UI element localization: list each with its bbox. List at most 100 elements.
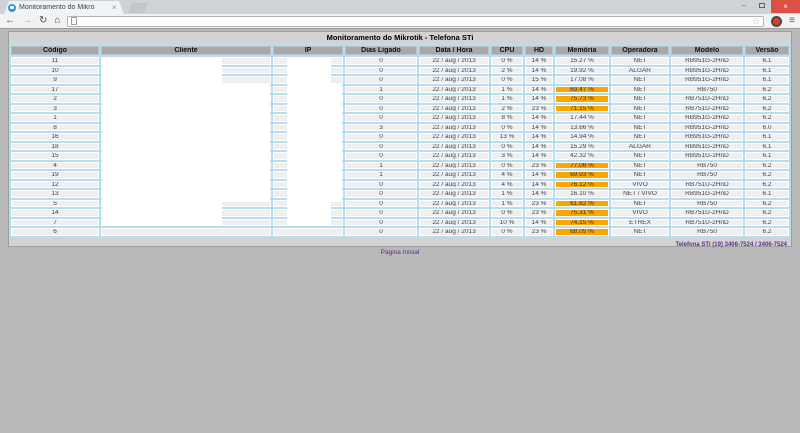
new-tab-button[interactable] <box>127 3 149 13</box>
cell-datahora: 22 / aug / 2013 <box>419 85 489 93</box>
cell-oper: NET <box>611 95 669 103</box>
column-header-operadora: Operadora <box>611 46 669 55</box>
cell-dias: 0 <box>345 199 417 207</box>
cell-datahora: 22 / aug / 2013 <box>419 199 489 207</box>
cell-datahora: 22 / aug / 2013 <box>419 95 489 103</box>
cell-hd: 14 % <box>525 142 553 150</box>
window-close-button[interactable]: × <box>771 0 800 13</box>
tab-close-icon[interactable]: × <box>112 4 117 12</box>
cell-modelo: RB951G-2HnD <box>671 123 743 131</box>
home-button[interactable]: ⌂ <box>54 15 60 27</box>
redaction-overlay-ip <box>287 57 331 226</box>
cell-codigo: 2 <box>11 95 99 103</box>
restore-icon <box>759 3 765 8</box>
cell-modelo: RB951G-2HnD <box>671 142 743 150</box>
cell-cpu: 3 % <box>491 152 523 160</box>
cell-codigo: 18 <box>11 142 99 150</box>
window-restore-button[interactable] <box>753 0 771 13</box>
cell-modelo: RB951G-2HnD <box>671 133 743 141</box>
cell-mem: 17.08 % <box>555 76 609 84</box>
contact-phone-text: Telefona STi (19) 3406-7524 / 3406-7524 <box>675 241 787 248</box>
cell-oper: NET <box>611 85 669 93</box>
cell-datahora: 22 / aug / 2013 <box>419 161 489 169</box>
cell-codigo: 1 <box>11 114 99 122</box>
cell-mem: 19.92 % <box>555 66 609 74</box>
cell-versao: 6.2 <box>745 171 789 179</box>
cell-hd: 23 % <box>525 209 553 217</box>
cell-dias: 0 <box>345 76 417 84</box>
cell-modelo: RB751U-2HnD <box>671 209 743 217</box>
cell-datahora: 22 / aug / 2013 <box>419 104 489 112</box>
cell-modelo: RB951G-2HnD <box>671 114 743 122</box>
cell-mem: 75.31 % <box>555 209 609 217</box>
cell-versao: 6.1 <box>745 142 789 150</box>
cell-modelo: RB750 <box>671 85 743 93</box>
cell-datahora: 22 / aug / 2013 <box>419 228 489 236</box>
cell-mem: 68.05 % <box>555 228 609 236</box>
forward-button[interactable]: → <box>22 15 32 27</box>
cell-versao: 6.2 <box>745 104 789 112</box>
cell-oper: NET <box>611 57 669 65</box>
tab-favicon-icon <box>8 4 16 12</box>
table-row: 6 0 22 / aug / 2013 0 % 23 % 68.05 % NET RB750 6… <box>11 228 789 236</box>
cell-ip <box>273 228 343 236</box>
cell-cpu: 0 % <box>491 142 523 150</box>
cell-mem: 77.06 % <box>555 161 609 169</box>
cell-versao: 6.2 <box>745 209 789 217</box>
cell-datahora: 22 / aug / 2013 <box>419 76 489 84</box>
cell-hd: 15 % <box>525 76 553 84</box>
cell-versao: 6.2 <box>745 161 789 169</box>
redaction-overlay-ip <box>331 84 342 202</box>
window-minimize-button[interactable]: – <box>735 0 753 13</box>
cell-modelo: RB751U-2HnD <box>671 218 743 226</box>
cell-modelo: RB750 <box>671 199 743 207</box>
cell-dias: 0 <box>345 114 417 122</box>
browser-toolbar: ← → ↻ ⌂ ☆ ≡ <box>0 14 800 29</box>
cell-oper: NET <box>611 152 669 160</box>
cell-oper: NET <box>611 123 669 131</box>
extension-icon[interactable] <box>771 15 783 27</box>
cell-modelo: RB751U-2HnD <box>671 180 743 188</box>
cell-versao: 6.2 <box>745 199 789 207</box>
home-page-link[interactable]: Pagina Inicial <box>0 249 800 256</box>
cell-datahora: 22 / aug / 2013 <box>419 190 489 198</box>
cell-codigo: 11 <box>11 57 99 65</box>
cell-hd: 14 % <box>525 95 553 103</box>
cell-modelo: RB951G-2HnD <box>671 76 743 84</box>
cell-mem: 76.12 % <box>555 180 609 188</box>
cell-dias: 1 <box>345 171 417 179</box>
column-header-data-hora: Data / Hora <box>419 46 489 55</box>
cell-mem: 75.73 % <box>555 95 609 103</box>
cell-dias: 0 <box>345 152 417 160</box>
cell-dias: 0 <box>345 95 417 103</box>
cell-hd: 14 % <box>525 66 553 74</box>
cell-datahora: 22 / aug / 2013 <box>419 66 489 74</box>
cell-codigo: 19 <box>11 171 99 179</box>
back-button[interactable]: ← <box>5 15 15 27</box>
panel-footer: Telefona STi (19) 3406-7524 / 3406-7524 <box>9 237 791 248</box>
cell-codigo: 15 <box>11 152 99 160</box>
address-bar[interactable]: ☆ <box>67 15 765 27</box>
bookmark-star-icon[interactable]: ☆ <box>752 16 760 26</box>
cell-mem: 13.66 % <box>555 123 609 131</box>
browser-tab[interactable]: Monitoramento do Mikro × <box>4 1 124 14</box>
cell-cpu: 8 % <box>491 114 523 122</box>
tab-title: Monitoramento do Mikro <box>19 4 95 11</box>
cell-dias: 3 <box>345 123 417 131</box>
cell-cpu: 1 % <box>491 199 523 207</box>
cell-versao: 6.2 <box>745 85 789 93</box>
cell-modelo: RB951G-2HnD <box>671 152 743 160</box>
cell-datahora: 22 / aug / 2013 <box>419 57 489 65</box>
cell-oper: NET <box>611 133 669 141</box>
cell-oper: VIVO <box>611 209 669 217</box>
reload-button[interactable]: ↻ <box>39 15 47 27</box>
cell-codigo: 10 <box>11 66 99 74</box>
cell-datahora: 22 / aug / 2013 <box>419 218 489 226</box>
cell-dias: 0 <box>345 180 417 188</box>
cell-modelo: RB751U-2HnD <box>671 104 743 112</box>
column-header-versao: Versão <box>745 46 789 55</box>
cell-oper: ETREX <box>611 218 669 226</box>
menu-icon[interactable]: ≡ <box>789 16 795 26</box>
cell-mem: 17.44 % <box>555 114 609 122</box>
cell-versao: 6.1 <box>745 66 789 74</box>
